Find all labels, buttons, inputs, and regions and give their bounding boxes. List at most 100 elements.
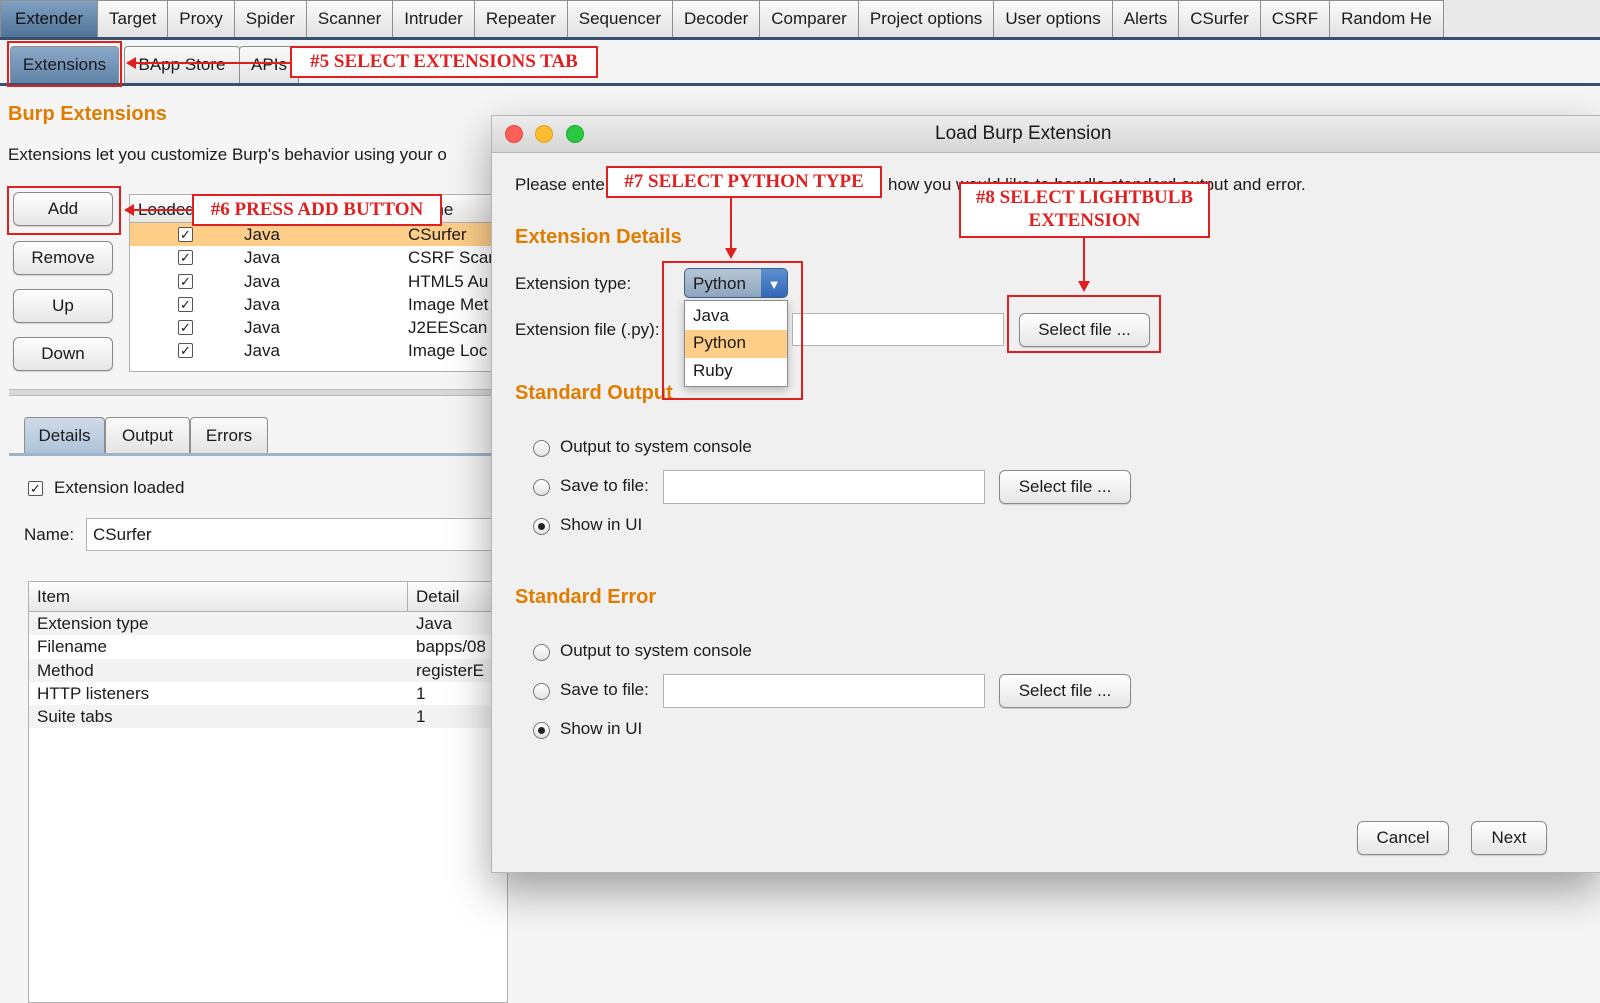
extension-loaded-checkbox[interactable]: ✓ bbox=[28, 481, 43, 496]
table-row[interactable]: Suite tabs 1 bbox=[29, 705, 507, 729]
annotation-step-8-line2: EXTENSION bbox=[1028, 210, 1141, 231]
remove-button[interactable]: Remove bbox=[13, 241, 113, 275]
ext-name: J2EEScan bbox=[408, 318, 488, 338]
info-item: HTTP listeners bbox=[37, 683, 150, 703]
extension-type-label: Extension type: bbox=[515, 274, 632, 293]
annotation-arrow-5 bbox=[134, 62, 292, 64]
tab-random-header[interactable]: Random He bbox=[1329, 0, 1444, 37]
table-row[interactable]: ✓ Java CSurfer bbox=[130, 223, 508, 247]
tab-decoder[interactable]: Decoder bbox=[672, 0, 761, 37]
tab-project-options[interactable]: Project options bbox=[857, 0, 995, 37]
info-detail: bapps/08 bbox=[416, 637, 486, 657]
down-button[interactable]: Down bbox=[13, 337, 113, 371]
tab-intruder[interactable]: Intruder bbox=[392, 0, 475, 37]
tab-comparer[interactable]: Comparer bbox=[759, 0, 859, 37]
minimize-window-icon[interactable] bbox=[535, 125, 553, 143]
info-item: Filename bbox=[37, 637, 107, 657]
tab-repeater[interactable]: Repeater bbox=[473, 0, 568, 37]
tab-errors[interactable]: Errors bbox=[190, 417, 268, 453]
ext-name: CSurfer bbox=[408, 225, 467, 244]
tab-spider[interactable]: Spider bbox=[233, 0, 307, 37]
close-window-icon[interactable] bbox=[505, 125, 523, 143]
stdout-console-radio[interactable] bbox=[533, 440, 550, 457]
split-divider[interactable] bbox=[9, 389, 491, 396]
stderr-file-field[interactable] bbox=[663, 674, 985, 708]
extensions-description: Extensions let you customize Burp's beha… bbox=[8, 145, 447, 164]
ext-type: Java bbox=[244, 225, 280, 244]
tab-details[interactable]: Details bbox=[24, 417, 105, 453]
stdout-show-ui-radio[interactable] bbox=[533, 518, 550, 535]
loaded-checkbox[interactable]: ✓ bbox=[178, 343, 193, 359]
stderr-console-radio[interactable] bbox=[533, 644, 550, 661]
zoom-window-icon[interactable] bbox=[566, 125, 584, 143]
tab-csrf[interactable]: CSRF bbox=[1259, 0, 1331, 37]
info-detail: Java bbox=[416, 614, 452, 633]
ext-type: Java bbox=[244, 248, 280, 268]
up-button[interactable]: Up bbox=[13, 289, 113, 323]
loaded-checkbox[interactable]: ✓ bbox=[178, 273, 193, 289]
info-item: Method bbox=[37, 660, 94, 680]
burp-extensions-title: Burp Extensions bbox=[8, 103, 167, 125]
table-row[interactable]: ✓ Java HTML5 Au bbox=[130, 270, 508, 293]
extension-info-table: Item Detail Extension type Java Filename… bbox=[28, 581, 508, 1003]
loaded-checkbox[interactable]: ✓ bbox=[178, 250, 193, 266]
tab-output[interactable]: Output bbox=[105, 417, 190, 453]
table-row[interactable]: Extension type Java bbox=[29, 612, 507, 636]
name-label: Name: bbox=[24, 525, 75, 544]
arrowhead-icon bbox=[725, 248, 737, 259]
annotation-add-highlight bbox=[7, 186, 121, 235]
loaded-checkbox[interactable]: ✓ bbox=[178, 227, 193, 242]
tab-alerts[interactable]: Alerts bbox=[1111, 0, 1180, 37]
standard-error-title: Standard Error bbox=[515, 586, 657, 608]
annotation-step-8-line1: #8 SELECT LIGHTBULB bbox=[975, 187, 1194, 209]
name-field[interactable]: CSurfer bbox=[86, 518, 496, 551]
main-tab-bar: Extender Target Proxy Spider Scanner Int… bbox=[0, 0, 1600, 40]
table-row[interactable]: ✓ Java Image Met bbox=[130, 293, 508, 316]
extension-file-field[interactable] bbox=[792, 313, 1004, 346]
ext-type: Java bbox=[244, 341, 280, 361]
table-row[interactable]: ✓ Java J2EEScan bbox=[130, 316, 508, 339]
table-row[interactable]: Method registerE bbox=[29, 658, 507, 682]
stderr-save-label: Save to file: bbox=[560, 680, 649, 699]
tab-csurfer[interactable]: CSurfer bbox=[1178, 0, 1261, 37]
tab-extender[interactable]: Extender bbox=[0, 0, 99, 37]
next-button[interactable]: Next bbox=[1471, 821, 1547, 855]
annotation-step-7: #7 SELECT PYTHON TYPE bbox=[606, 166, 882, 198]
stderr-show-ui-label: Show in UI bbox=[560, 719, 643, 738]
tab-scanner[interactable]: Scanner bbox=[305, 0, 394, 37]
tab-bapp-store[interactable]: BApp Store bbox=[124, 46, 240, 83]
tab-sequencer[interactable]: Sequencer bbox=[566, 0, 673, 37]
stderr-select-file-button[interactable]: Select file ... bbox=[999, 674, 1131, 708]
table-row[interactable]: ✓ Java Image Loc bbox=[130, 339, 508, 362]
info-detail: 1 bbox=[416, 707, 426, 727]
arrowhead-icon bbox=[1078, 281, 1090, 292]
table-row[interactable]: HTTP listeners 1 bbox=[29, 682, 507, 705]
info-col-divider bbox=[407, 582, 408, 612]
info-item: Extension type bbox=[37, 614, 149, 633]
ext-type: Java bbox=[244, 318, 280, 338]
stdout-save-radio[interactable] bbox=[533, 479, 550, 496]
col-detail[interactable]: Detail bbox=[416, 587, 459, 607]
table-row[interactable]: Filename bapps/08 bbox=[29, 635, 507, 658]
detail-tabs-rule bbox=[9, 453, 491, 456]
stderr-save-radio[interactable] bbox=[533, 683, 550, 700]
ext-type: Java bbox=[244, 271, 280, 291]
tab-user-options[interactable]: User options bbox=[993, 0, 1113, 37]
annotation-type-highlight bbox=[662, 261, 803, 400]
loaded-checkbox[interactable]: ✓ bbox=[178, 296, 193, 312]
table-row[interactable]: ✓ Java CSRF Scan bbox=[130, 246, 508, 269]
loaded-checkbox[interactable]: ✓ bbox=[178, 320, 193, 336]
stdout-show-ui-label: Show in UI bbox=[560, 515, 643, 534]
tab-proxy[interactable]: Proxy bbox=[167, 0, 235, 37]
stdout-select-file-button[interactable]: Select file ... bbox=[999, 470, 1131, 504]
dialog-title-bar[interactable]: Load Burp Extension bbox=[492, 116, 1600, 153]
annotation-arrow-8 bbox=[1083, 238, 1085, 282]
stdout-file-field[interactable] bbox=[663, 470, 985, 504]
ext-name: Image Met bbox=[408, 294, 489, 314]
tab-target[interactable]: Target bbox=[97, 0, 169, 37]
stderr-show-ui-radio[interactable] bbox=[533, 722, 550, 739]
dialog-intro-start: Please ente bbox=[515, 175, 605, 194]
annotation-arrow-7 bbox=[730, 198, 732, 250]
col-item[interactable]: Item bbox=[37, 587, 70, 607]
cancel-button[interactable]: Cancel bbox=[1357, 821, 1449, 855]
